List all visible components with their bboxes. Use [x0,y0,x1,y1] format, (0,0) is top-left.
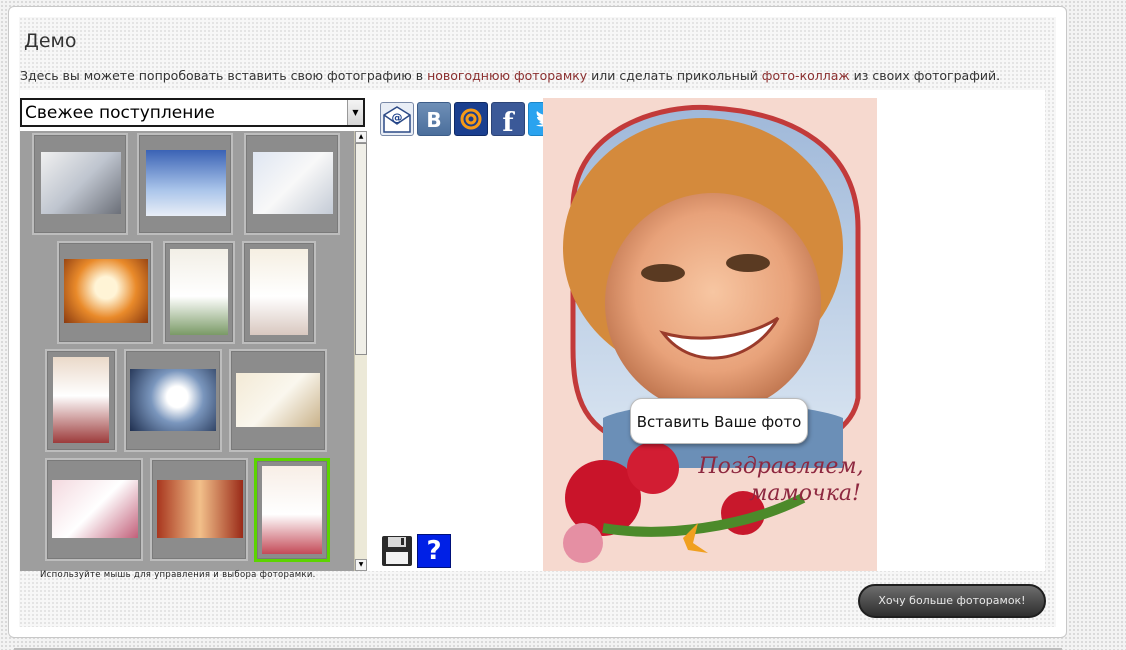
page-title: Демо [24,30,77,52]
email-icon-graphic: @ [383,106,411,133]
facebook-label: f [502,108,514,138]
gallery-scrollbar[interactable]: ▲ ▼ [354,131,367,571]
frame-preview-image [262,466,322,554]
email-icon[interactable]: @ [380,102,414,136]
frame-preview-image [146,150,226,216]
floppy-disk-graphic [382,536,412,566]
frame-thumbnail[interactable] [242,241,316,344]
frame-gallery[interactable] [20,131,354,571]
svg-text:@: @ [392,111,403,124]
frame-preview-image [52,480,138,538]
frame-thumbnail[interactable] [150,458,248,561]
facebook-icon[interactable]: f [491,102,525,138]
frame-preview-image [53,357,109,443]
mailru-icon[interactable] [454,102,488,136]
scrollbar-thumb[interactable] [355,143,367,355]
insert-photo-button[interactable]: Вставить Ваше фото [630,398,808,444]
photo-collage-link[interactable]: фото-коллаж [762,68,850,83]
more-frames-button[interactable]: Хочу больше фоторамок! [858,584,1046,618]
frame-thumbnail[interactable] [229,349,327,452]
frame-preview-image [236,373,320,427]
preview-caption-line1: Поздравляем, [697,454,863,479]
mailru-icon-graphic [460,108,482,130]
dropdown-arrow-icon[interactable]: ▼ [347,100,363,125]
frame-thumbnail[interactable] [45,349,117,452]
frame-thumbnail[interactable] [244,133,340,235]
frame-thumbnail[interactable] [57,241,153,344]
gallery-hint: Используйте мышь для управления и выбора… [40,570,316,580]
editor-area: Свежее поступление ▼ ▲ ▼ Используйте мыш… [20,90,1045,580]
frame-preview-image [253,152,333,214]
frame-thumbnail[interactable] [163,241,235,344]
frame-thumbnail[interactable] [124,349,222,452]
category-select[interactable]: Свежее поступление ▼ [20,98,365,127]
frame-preview[interactable]: Поздравляем, мамочка! [543,98,877,571]
save-icon[interactable] [380,534,414,568]
frame-thumbnail-selected[interactable] [254,458,330,562]
vk-label: В [426,108,442,132]
frame-thumbnail[interactable] [137,133,233,235]
vk-icon[interactable]: В [417,102,451,136]
help-icon[interactable]: ? [417,534,451,568]
frame-preview-image [41,152,121,214]
frame-preview-image [250,249,308,335]
frame-thumbnail[interactable] [45,458,143,561]
intro-text: Здесь вы можете попробовать вставить сво… [20,68,1000,83]
preview-caption-line2: мамочка! [749,481,861,506]
frame-preview-image [130,369,216,431]
frame-preview-image [157,480,243,538]
intro-text-end: из своих фотографий. [849,68,1001,83]
scroll-down-icon[interactable]: ▼ [355,559,367,571]
intro-text-start: Здесь вы можете попробовать вставить сво… [20,68,428,83]
intro-text-middle: или сделать прикольный [587,68,762,83]
frame-thumbnail[interactable] [32,133,128,235]
category-selected-value: Свежее поступление [25,103,215,123]
scroll-up-icon[interactable]: ▲ [355,131,367,143]
frame-preview-image [170,249,228,335]
help-label: ? [426,536,442,566]
frame-preview-image [64,259,148,323]
preview-artwork: Поздравляем, мамочка! [543,98,877,571]
new-year-frame-link[interactable]: новогоднюю фоторамку [427,68,587,83]
